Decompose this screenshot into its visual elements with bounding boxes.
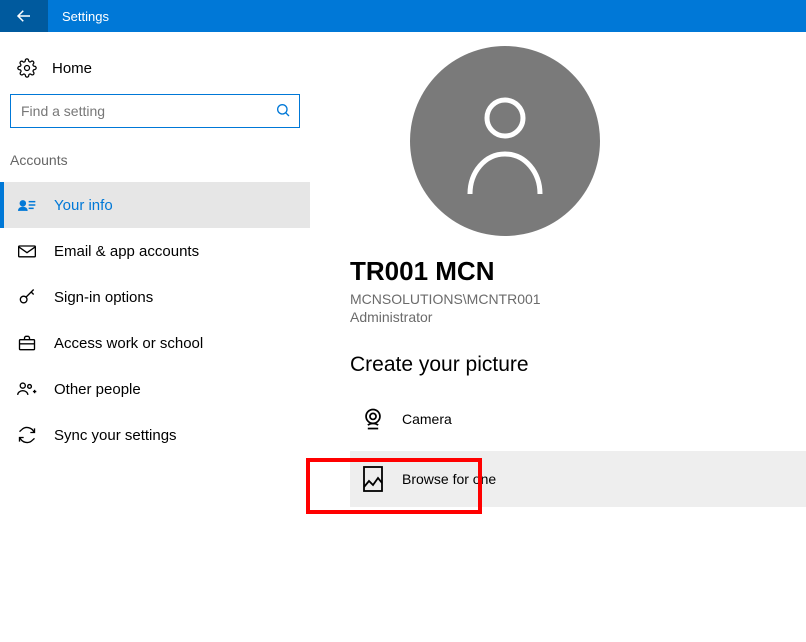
user-domain: MCNSOLUTIONS\MCNTR001 xyxy=(350,291,806,307)
briefcase-icon xyxy=(16,334,38,352)
sidebar-item-label: Sync your settings xyxy=(54,427,177,444)
avatar xyxy=(410,46,600,236)
back-arrow-icon xyxy=(15,7,33,25)
people-add-icon xyxy=(16,380,38,398)
home-label: Home xyxy=(52,60,92,77)
person-icon xyxy=(455,86,555,196)
user-display-name: TR001 MCN xyxy=(350,256,806,287)
sidebar-item-signin[interactable]: Sign-in options xyxy=(0,274,310,320)
search-icon xyxy=(275,102,291,121)
person-card-icon xyxy=(16,196,38,214)
camera-button[interactable]: Camera xyxy=(350,393,806,445)
search-field[interactable] xyxy=(21,103,275,119)
window-title: Settings xyxy=(48,9,109,24)
home-button[interactable]: Home xyxy=(0,50,310,94)
sidebar: Home Accounts xyxy=(0,32,310,642)
gear-icon xyxy=(16,58,38,78)
sync-icon xyxy=(16,425,38,445)
picture-file-icon xyxy=(358,465,388,493)
create-picture-header: Create your picture xyxy=(350,353,806,377)
sidebar-item-email[interactable]: Email & app accounts xyxy=(0,228,310,274)
sidebar-item-label: Access work or school xyxy=(54,335,203,352)
sidebar-section-title: Accounts xyxy=(0,146,310,182)
key-icon xyxy=(16,287,38,307)
camera-label: Camera xyxy=(402,411,452,427)
user-role: Administrator xyxy=(350,309,806,325)
sidebar-item-your-info[interactable]: Your info xyxy=(0,182,310,228)
sidebar-item-sync[interactable]: Sync your settings xyxy=(0,412,310,458)
browse-label: Browse for one xyxy=(402,471,496,487)
browse-button[interactable]: Browse for one xyxy=(350,451,806,507)
titlebar: Settings xyxy=(0,0,806,32)
sidebar-item-label: Email & app accounts xyxy=(54,243,199,260)
camera-icon xyxy=(358,406,388,432)
sidebar-item-other-people[interactable]: Other people xyxy=(0,366,310,412)
sidebar-item-label: Other people xyxy=(54,381,141,398)
sidebar-item-work-school[interactable]: Access work or school xyxy=(0,320,310,366)
search-input[interactable] xyxy=(10,94,300,128)
sidebar-item-label: Your info xyxy=(54,197,113,214)
sidebar-item-label: Sign-in options xyxy=(54,289,153,306)
back-button[interactable] xyxy=(0,0,48,32)
main-panel: TR001 MCN MCNSOLUTIONS\MCNTR001 Administ… xyxy=(310,32,806,642)
mail-icon xyxy=(16,243,38,259)
